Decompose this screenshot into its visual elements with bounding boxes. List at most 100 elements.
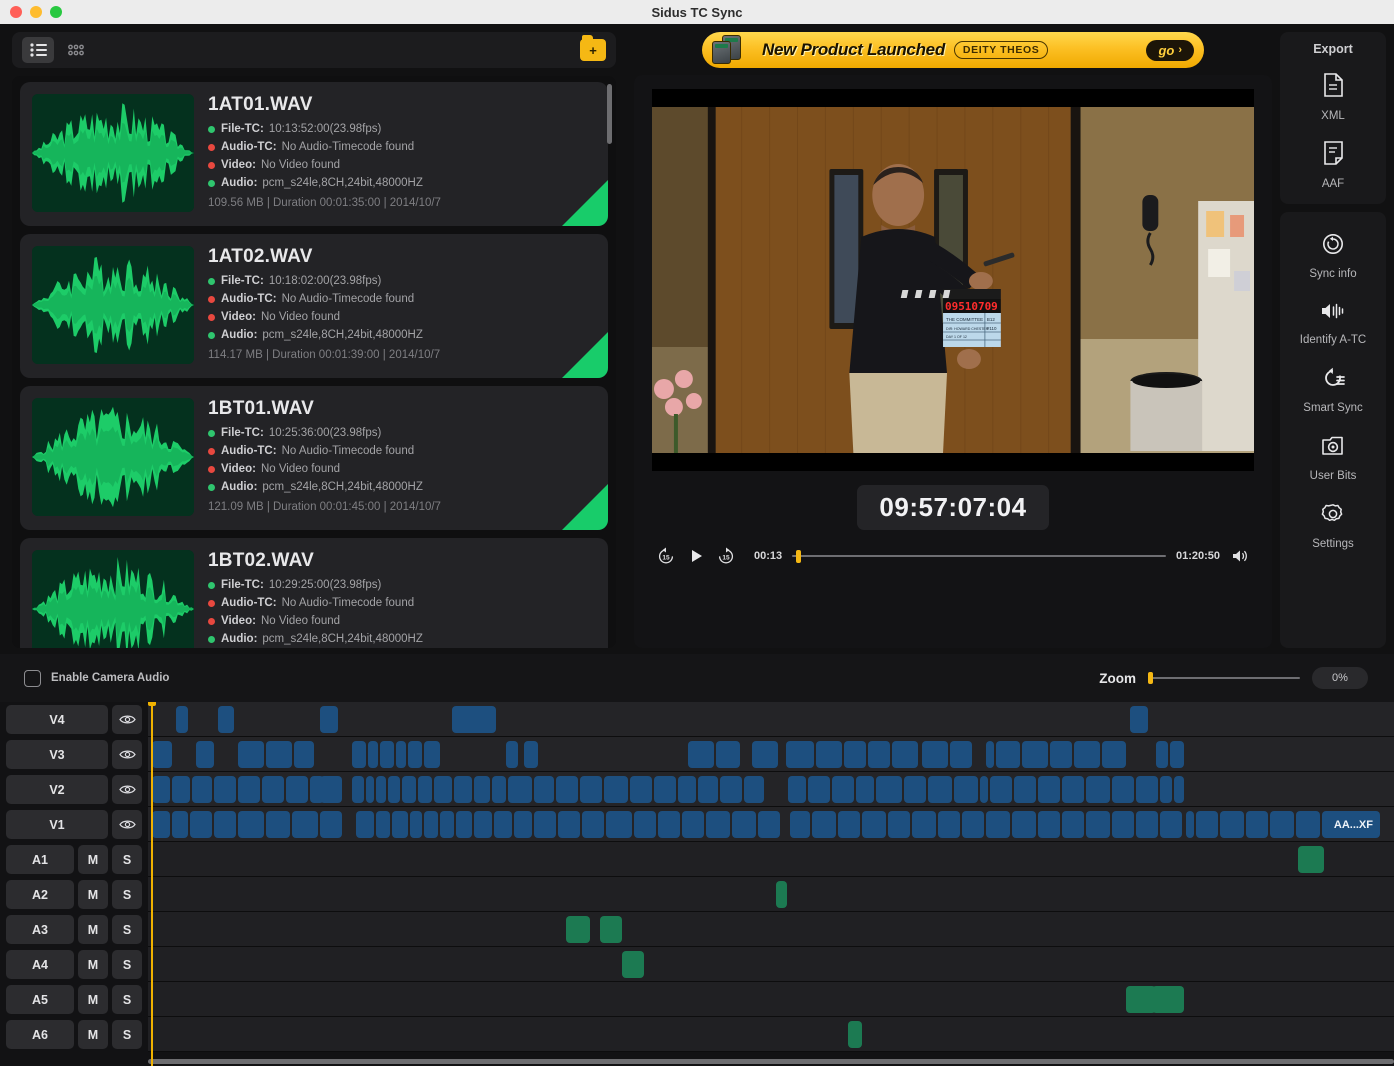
clip[interactable]: [654, 776, 676, 803]
solo-button-a1[interactable]: S: [112, 845, 142, 874]
clip[interactable]: [606, 811, 632, 838]
clip[interactable]: [418, 776, 432, 803]
clip[interactable]: [218, 706, 234, 733]
track-name-v1[interactable]: V1: [6, 810, 108, 839]
clip[interactable]: [790, 811, 810, 838]
clip[interactable]: [1022, 741, 1048, 768]
track-lane-a4[interactable]: [148, 947, 1394, 982]
play-icon[interactable]: [686, 546, 706, 566]
clip[interactable]: [456, 811, 472, 838]
clip[interactable]: [172, 811, 188, 838]
clip[interactable]: [376, 811, 390, 838]
clip[interactable]: [474, 811, 492, 838]
clip[interactable]: [832, 776, 854, 803]
clip[interactable]: [862, 811, 886, 838]
track-name-v3[interactable]: V3: [6, 740, 108, 769]
solo-button-a3[interactable]: S: [112, 915, 142, 944]
clip[interactable]: [266, 811, 290, 838]
clip[interactable]: [732, 811, 756, 838]
clip[interactable]: [720, 776, 742, 803]
clip[interactable]: [506, 741, 518, 768]
file-card[interactable]: 1AT02.WAV File-TC: 10:18:02:00(23.98fps) Au…: [20, 234, 608, 378]
zoom-slider-handle[interactable]: [1148, 672, 1153, 684]
clip[interactable]: [848, 1021, 862, 1048]
clip[interactable]: [508, 776, 532, 803]
clip[interactable]: [580, 776, 602, 803]
clip[interactable]: [1050, 741, 1072, 768]
clip[interactable]: [356, 811, 374, 838]
eye-icon[interactable]: [112, 775, 142, 804]
clip[interactable]: [566, 916, 590, 943]
clip[interactable]: [1086, 776, 1110, 803]
track-name-v4[interactable]: V4: [6, 705, 108, 734]
clip[interactable]: [630, 776, 652, 803]
track-lane-a5[interactable]: [148, 982, 1394, 1017]
clip[interactable]: [214, 811, 236, 838]
clip[interactable]: [152, 741, 172, 768]
clip[interactable]: [238, 776, 260, 803]
clip[interactable]: [1136, 776, 1158, 803]
clip[interactable]: [1152, 986, 1184, 1013]
clip[interactable]: [744, 776, 764, 803]
mute-button-a1[interactable]: M: [78, 845, 108, 874]
clip[interactable]: [788, 776, 806, 803]
solo-button-a4[interactable]: S: [112, 950, 142, 979]
mute-button-a5[interactable]: M: [78, 985, 108, 1014]
clip[interactable]: [558, 811, 580, 838]
clip[interactable]: [320, 811, 342, 838]
video-preview[interactable]: 09510709 THE COMMITTEE DIR: HOWARD CHEST…: [652, 89, 1254, 471]
track-name-a3[interactable]: A3: [6, 915, 74, 944]
clip[interactable]: [904, 776, 926, 803]
clip[interactable]: [928, 776, 952, 803]
clip[interactable]: [454, 776, 472, 803]
sync-info-button[interactable]: Sync info: [1280, 232, 1386, 280]
clip[interactable]: [1136, 811, 1158, 838]
export-xml-button[interactable]: XML: [1280, 72, 1386, 122]
clip[interactable]: [266, 741, 292, 768]
clip[interactable]: [262, 776, 284, 803]
clip[interactable]: [962, 811, 984, 838]
clip[interactable]: [1160, 776, 1172, 803]
mute-button-a4[interactable]: M: [78, 950, 108, 979]
clip[interactable]: [1130, 706, 1148, 733]
track-lane-v1[interactable]: AA...XF: [148, 807, 1394, 842]
solo-button-a5[interactable]: S: [112, 985, 142, 1014]
clip[interactable]: [658, 811, 680, 838]
clip[interactable]: [986, 741, 994, 768]
clip[interactable]: [938, 811, 960, 838]
clip[interactable]: [494, 811, 512, 838]
clip[interactable]: [922, 741, 948, 768]
clip[interactable]: [1086, 811, 1110, 838]
clip[interactable]: [294, 741, 314, 768]
list-view-icon[interactable]: [22, 37, 54, 63]
seek-bar-handle[interactable]: [795, 549, 801, 563]
clip[interactable]: [950, 741, 972, 768]
clip[interactable]: [524, 741, 538, 768]
clip[interactable]: [1160, 811, 1182, 838]
eye-icon[interactable]: [112, 740, 142, 769]
clip[interactable]: [1246, 811, 1268, 838]
clip[interactable]: [1156, 741, 1168, 768]
track-name-a6[interactable]: A6: [6, 1020, 74, 1049]
solo-button-a2[interactable]: S: [112, 880, 142, 909]
clip[interactable]: [196, 741, 214, 768]
clip[interactable]: [888, 811, 910, 838]
track-name-a5[interactable]: A5: [6, 985, 74, 1014]
clip[interactable]: [152, 776, 170, 803]
mute-button-a6[interactable]: M: [78, 1020, 108, 1049]
clip[interactable]: [856, 776, 874, 803]
clip[interactable]: [1012, 811, 1036, 838]
clip[interactable]: [954, 776, 978, 803]
clip[interactable]: [320, 776, 342, 803]
clip[interactable]: [238, 811, 264, 838]
clip[interactable]: [424, 741, 440, 768]
file-list-scrollbar-track[interactable]: [607, 84, 612, 640]
clip[interactable]: [604, 776, 628, 803]
playhead[interactable]: [148, 702, 156, 1066]
add-folder-icon[interactable]: +: [580, 35, 606, 61]
eye-icon[interactable]: [112, 810, 142, 839]
identify-atc-button[interactable]: Identify A-TC: [1280, 300, 1386, 346]
timeline-horizontal-scrollbar[interactable]: [148, 1059, 1394, 1064]
clip[interactable]: [440, 811, 454, 838]
clip[interactable]: [452, 706, 496, 733]
